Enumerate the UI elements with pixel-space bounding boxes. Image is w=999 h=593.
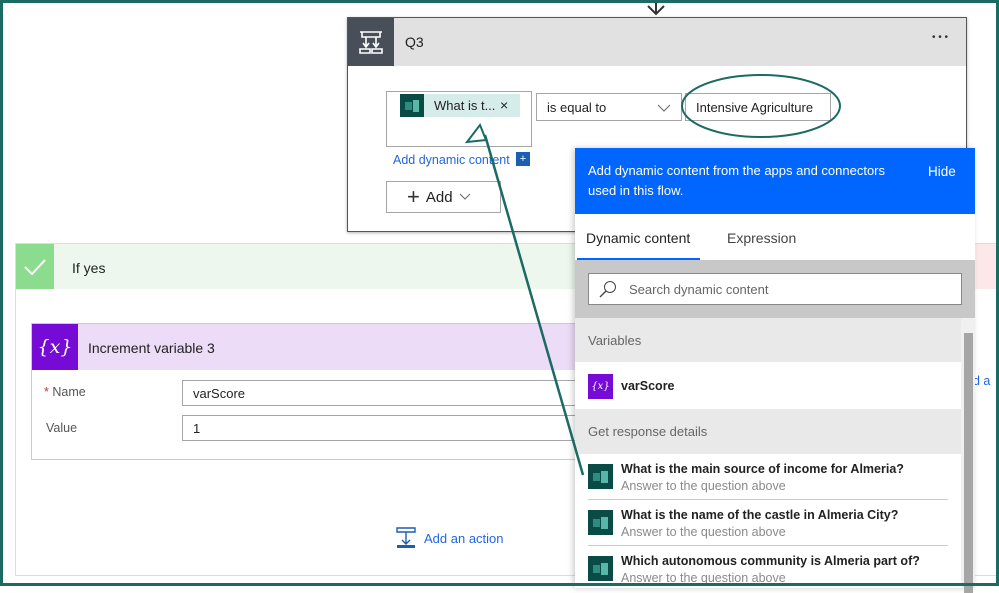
- if-no-header-partial: [976, 244, 999, 289]
- increment-variable-card: {x} Increment variable 3 * Name varScore…: [31, 323, 602, 460]
- item-subtitle: Answer to the question above: [621, 525, 786, 539]
- panel-header-text: Add dynamic content from the apps and co…: [588, 163, 886, 198]
- condition-left-operand[interactable]: What is t... ×: [386, 91, 532, 147]
- panel-header: Add dynamic content from the apps and co…: [575, 148, 975, 214]
- name-input[interactable]: varScore: [182, 380, 602, 406]
- add-dynamic-content-link[interactable]: Add dynamic content: [393, 153, 510, 167]
- value-input[interactable]: 1: [182, 415, 602, 441]
- add-dynamic-plus-icon[interactable]: +: [516, 152, 530, 166]
- token-label: What is t...: [434, 98, 496, 113]
- value-value: 1: [193, 420, 201, 436]
- search-input[interactable]: Search dynamic content: [588, 273, 962, 305]
- required-mark: *: [44, 385, 49, 399]
- increment-header[interactable]: {x} Increment variable 3: [32, 324, 590, 370]
- item-title: Which autonomous community is Almeria pa…: [621, 554, 920, 568]
- if-yes-title: If yes: [72, 260, 106, 276]
- name-label: * Name: [44, 385, 86, 399]
- condition-title: Q3: [405, 34, 424, 50]
- variable-icon: {x}: [32, 324, 78, 370]
- search-area: Search dynamic content: [575, 260, 975, 318]
- name-value: varScore: [193, 385, 246, 401]
- variable-icon: {x}: [588, 374, 613, 399]
- search-icon: [599, 281, 616, 298]
- tab-expression[interactable]: Expression: [727, 230, 796, 246]
- tab-dynamic-content[interactable]: Dynamic content: [586, 230, 690, 246]
- condition-value-input[interactable]: Intensive Agriculture: [685, 93, 831, 121]
- value-label: Value: [46, 421, 78, 435]
- token-remove-button[interactable]: ×: [500, 97, 508, 113]
- connector-arrow-icon: [647, 0, 665, 16]
- check-icon: [16, 244, 54, 289]
- operator-dropdown[interactable]: is equal to: [536, 93, 682, 121]
- dynamic-token[interactable]: What is t... ×: [400, 94, 520, 117]
- condition-value: Intensive Agriculture: [696, 99, 814, 115]
- add-action-button[interactable]: Add an action: [396, 527, 504, 549]
- hide-button[interactable]: Hide: [928, 164, 956, 179]
- item-subtitle: Answer to the question above: [621, 479, 786, 493]
- section-variables: Variables: [575, 318, 961, 362]
- more-options-icon[interactable]: • • •: [932, 32, 948, 43]
- add-action-icon: [396, 527, 416, 548]
- condition-header[interactable]: Q3 • • •: [348, 18, 966, 66]
- item-subtitle: Answer to the question above: [621, 571, 786, 585]
- condition-icon: [348, 18, 394, 66]
- forms-icon: [400, 94, 424, 117]
- plus-icon: +: [407, 184, 420, 209]
- name-label-text: Name: [52, 385, 86, 399]
- add-button-label: Add: [425, 188, 453, 206]
- search-placeholder: Search dynamic content: [629, 281, 769, 297]
- add-button[interactable]: + Add: [386, 181, 501, 213]
- chevron-down-icon: [657, 104, 671, 112]
- scrollbar[interactable]: [961, 318, 975, 593]
- forms-icon: [588, 510, 613, 535]
- item-title: What is the main source of income for Al…: [621, 462, 904, 476]
- add-action-label: Add an action: [424, 530, 504, 546]
- chevron-down-icon: [459, 193, 470, 200]
- section-get-response-details: Get response details: [575, 409, 961, 454]
- operator-value: is equal to: [547, 99, 607, 115]
- increment-title: Increment variable 3: [88, 340, 215, 356]
- item-title: What is the name of the castle in Almeri…: [621, 508, 899, 522]
- forms-icon: [588, 464, 613, 489]
- list-item[interactable]: Which autonomous community is Almeria pa…: [588, 546, 948, 592]
- list-item[interactable]: What is the main source of income for Al…: [588, 454, 948, 500]
- list-item[interactable]: What is the name of the castle in Almeri…: [588, 500, 948, 546]
- scrollbar-thumb[interactable]: [964, 333, 973, 593]
- dynamic-content-panel: Add dynamic content from the apps and co…: [575, 148, 975, 593]
- forms-icon: [588, 556, 613, 581]
- item-title: varScore: [621, 379, 675, 393]
